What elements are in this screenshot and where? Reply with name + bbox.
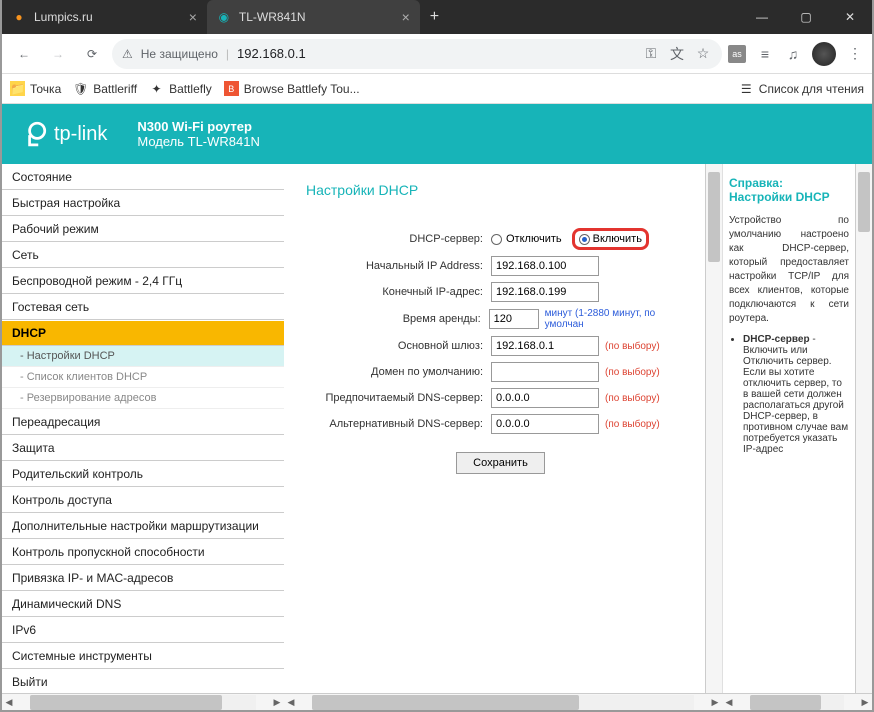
- form-hscrollbar[interactable]: ◀▶: [284, 693, 722, 710]
- extensions-icon[interactable]: ≡: [756, 45, 774, 63]
- sidebar-sub-dhcp-settings[interactable]: - Настройки DHCP: [2, 346, 284, 367]
- sidebar-item-forwarding[interactable]: Переадресация: [2, 409, 284, 435]
- sidebar-item-security[interactable]: Защита: [2, 435, 284, 461]
- close-icon[interactable]: ×: [189, 9, 197, 25]
- menu-icon[interactable]: ⋮: [846, 45, 864, 63]
- sidebar-item-ddns[interactable]: Динамический DNS: [2, 591, 284, 617]
- tab-favicon-tplink: ◉: [217, 10, 231, 24]
- page-title: Настройки DHCP: [306, 182, 695, 198]
- tplink-logo: tp-link: [22, 121, 107, 147]
- input-gateway[interactable]: [491, 336, 599, 356]
- address-toolbar: ← → ⟳ ⚠ Не защищено | 192.168.0.1 ⚿ 文 ☆ …: [2, 34, 872, 74]
- label-gateway: Основной шлюз:: [306, 340, 491, 352]
- hint-optional: (по выбору): [605, 419, 660, 430]
- model-name: Модель TL-WR841N: [137, 134, 260, 149]
- sidebar-item-access[interactable]: Контроль доступа: [2, 487, 284, 513]
- reload-button[interactable]: ⟳: [78, 40, 106, 68]
- sidebar-item-bandwidth[interactable]: Контроль пропускной способности: [2, 539, 284, 565]
- help-title: Справка: Настройки DHCP: [729, 176, 849, 204]
- product-name: N300 Wi-Fi роутер: [137, 119, 260, 134]
- hint-optional: (по выбору): [605, 341, 660, 352]
- sidebar-sub-dhcp-clients[interactable]: - Список клиентов DHCP: [2, 367, 284, 388]
- label-domain: Домен по умолчанию:: [306, 366, 491, 378]
- security-label: Не защищено: [141, 47, 218, 61]
- label-lease: Время аренды:: [306, 313, 489, 325]
- bookmark-battlefly[interactable]: ✦Battlefly: [149, 81, 212, 96]
- url-text: 192.168.0.1: [237, 46, 306, 61]
- sidebar-item-ipv6[interactable]: IPv6: [2, 617, 284, 643]
- star-icon[interactable]: ☆: [694, 45, 712, 63]
- tab-label: TL-WR841N: [239, 10, 306, 24]
- help-panel: Справка: Настройки DHCP Устройство по ум…: [722, 164, 855, 693]
- sidebar-item-dhcp[interactable]: DHCP: [2, 320, 284, 346]
- sidebar-item-status[interactable]: Состояние: [2, 164, 284, 190]
- label-start-ip: Начальный IP Address:: [306, 260, 491, 272]
- hint-optional: (по выбору): [605, 367, 660, 378]
- input-dns2[interactable]: [491, 414, 599, 434]
- help-hscrollbar[interactable]: ◀▶: [722, 693, 872, 710]
- radio-disable-label: Отключить: [506, 233, 562, 245]
- tab-label: Lumpics.ru: [34, 10, 93, 24]
- bookmark-tochka[interactable]: 📁Точка: [10, 81, 61, 96]
- forward-button[interactable]: →: [44, 40, 72, 68]
- label-dns1: Предпочитаемый DNS-сервер:: [306, 392, 491, 404]
- enable-highlight: Включить: [572, 228, 649, 250]
- router-header: tp-link N300 Wi-Fi роутер Модель TL-WR84…: [2, 104, 872, 164]
- media-icon[interactable]: ♫: [784, 45, 802, 63]
- dhcp-form-panel: Настройки DHCP DHCP-сервер: Отключить Вк…: [284, 164, 705, 693]
- bookmarks-bar: 📁Точка 🛡Battleriff ✦Battlefly BBrowse Ba…: [2, 74, 872, 104]
- address-bar[interactable]: ⚠ Не защищено | 192.168.0.1 ⚿ 文 ☆: [112, 39, 722, 69]
- save-button[interactable]: Сохранить: [456, 452, 545, 474]
- window-title-bar: ● Lumpics.ru × ◉ TL-WR841N × + — ▢ ✕: [2, 0, 872, 34]
- help-vscrollbar[interactable]: [855, 164, 872, 693]
- sidebar-item-mode[interactable]: Рабочий режим: [2, 216, 284, 242]
- tab-lumpics[interactable]: ● Lumpics.ru ×: [2, 0, 207, 34]
- sidebar-item-logout[interactable]: Выйти: [2, 669, 284, 693]
- sidebar-sub-dhcp-reserve[interactable]: - Резервирование адресов: [2, 388, 284, 409]
- sidebar-nav: Состояние Быстрая настройка Рабочий режи…: [2, 164, 284, 693]
- sidebar-item-network[interactable]: Сеть: [2, 242, 284, 268]
- new-tab-button[interactable]: +: [420, 0, 449, 34]
- input-end-ip[interactable]: [491, 282, 599, 302]
- form-vscrollbar[interactable]: [705, 164, 722, 693]
- sidebar-item-guest[interactable]: Гостевая сеть: [2, 294, 284, 320]
- tab-router[interactable]: ◉ TL-WR841N ×: [207, 0, 420, 34]
- tab-favicon-lumpics: ●: [12, 10, 26, 24]
- radio-disable[interactable]: [491, 234, 502, 245]
- label-dhcp-server: DHCP-сервер:: [306, 233, 491, 245]
- input-dns1[interactable]: [491, 388, 599, 408]
- input-start-ip[interactable]: [491, 256, 599, 276]
- reading-list[interactable]: ☰Список для чтения: [739, 81, 864, 96]
- sidebar-hscrollbar[interactable]: ◀▶: [2, 693, 284, 710]
- bookmark-battleriff[interactable]: 🛡Battleriff: [73, 81, 137, 96]
- hint-lease: минут (1-2880 минут, по умолчан: [545, 308, 695, 330]
- back-button[interactable]: ←: [10, 40, 38, 68]
- sidebar-item-wireless[interactable]: Беспроводной режим - 2,4 ГГц: [2, 268, 284, 294]
- key-icon[interactable]: ⚿: [642, 45, 660, 63]
- help-body: Устройство по умолчанию настроено как DH…: [729, 214, 849, 326]
- profile-avatar[interactable]: [812, 42, 836, 66]
- label-end-ip: Конечный IP-адрес:: [306, 286, 491, 298]
- label-dns2: Альтернативный DNS-сервер:: [306, 418, 491, 430]
- sidebar-item-ipmac[interactable]: Привязка IP- и MAC-адресов: [2, 565, 284, 591]
- radio-enable[interactable]: [579, 234, 590, 245]
- sidebar-item-routing[interactable]: Дополнительные настройки маршрутизации: [2, 513, 284, 539]
- translate-icon[interactable]: 文: [668, 45, 686, 63]
- sidebar-item-parental[interactable]: Родительский контроль: [2, 461, 284, 487]
- input-lease[interactable]: [489, 309, 539, 329]
- hint-optional: (по выбору): [605, 393, 660, 404]
- help-list-item: DHCP-сервер - DHCP-сервер - Включить или…: [743, 334, 849, 455]
- radio-enable-label: Включить: [593, 233, 642, 245]
- close-window-button[interactable]: ✕: [828, 0, 872, 34]
- input-domain[interactable]: [491, 362, 599, 382]
- maximize-button[interactable]: ▢: [784, 0, 828, 34]
- insecure-icon: ⚠: [122, 47, 133, 61]
- minimize-button[interactable]: —: [740, 0, 784, 34]
- sidebar-item-quicksetup[interactable]: Быстрая настройка: [2, 190, 284, 216]
- bookmark-battlefy[interactable]: BBrowse Battlefy Tou...: [224, 81, 360, 96]
- close-icon[interactable]: ×: [402, 9, 410, 25]
- sidebar-item-system[interactable]: Системные инструменты: [2, 643, 284, 669]
- ext-icon[interactable]: as: [728, 45, 746, 63]
